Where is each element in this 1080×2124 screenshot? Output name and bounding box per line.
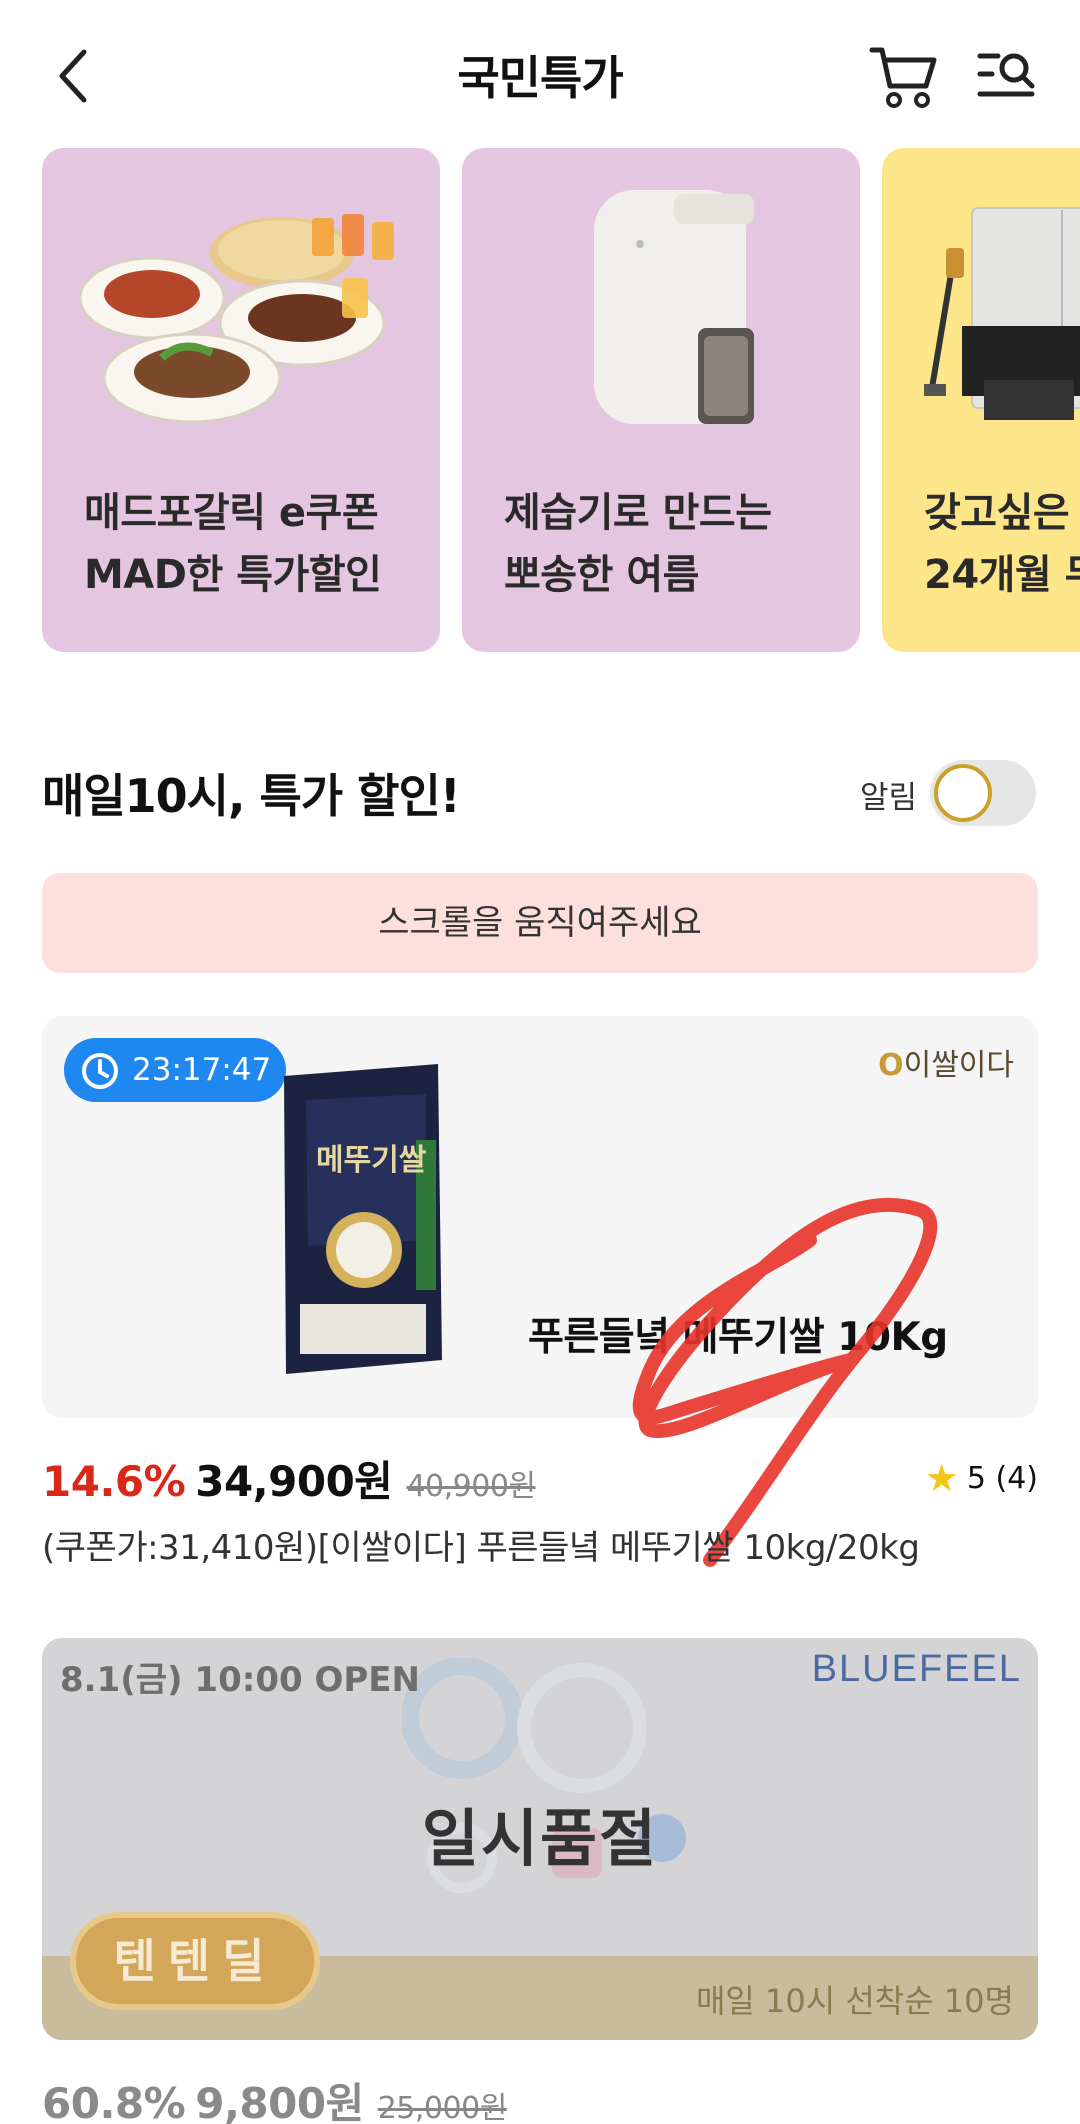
price-row: 14.6% 34,900원 40,900원	[42, 1448, 536, 1509]
tenten-deal-badge: 텐텐딜	[70, 1912, 320, 2010]
banner-line2: 24개월 무	[924, 552, 1080, 598]
price-row: 60.8% 9,800원 25,000원	[42, 2070, 507, 2124]
banner-line2: MAD한 특가할인	[84, 552, 382, 598]
open-time: 8.1(금) 10:00 OPEN	[60, 1660, 420, 1700]
svg-text:메뚜기쌀: 메뚜기쌀	[316, 1143, 427, 1178]
banner-line1: 갖고싶은	[924, 490, 1070, 536]
banner-carousel[interactable]: 매드포갈릭 e쿠폰 MAD한 특가할인 제습기로 만드는 뽀송한 여름 갖고싶은…	[0, 148, 1080, 652]
original-price: 40,900원	[406, 1469, 536, 1504]
product-image-title: 푸른들녘 메뚜기쌀 10Kg	[528, 1315, 948, 1360]
alarm-label: 알림	[860, 780, 918, 816]
banner-text: 갖고싶은 24개월 무	[924, 482, 1080, 606]
section-title: 매일10시, 특가 할인!	[42, 769, 461, 823]
product-card-rice[interactable]: 23:17:47 O이쌀이다 메뚜기쌀 푸른들녘 메뚜기쌀 10Kg	[42, 1016, 1038, 1418]
sale-price: 34,900원	[195, 1457, 393, 1506]
original-price: 25,000원	[377, 2091, 508, 2124]
timer-text: 23:17:47	[132, 1052, 272, 1088]
banner-madforgarlic[interactable]: 매드포갈릭 e쿠폰 MAD한 특가할인	[42, 148, 440, 652]
product-card-neckcooler[interactable]: 8.1(금) 10:00 OPEN BLUEFEEL 일시품절 텐텐딜 매일 1…	[42, 1638, 1038, 2040]
cart-icon[interactable]	[868, 40, 940, 112]
review-count: (4)	[995, 1461, 1039, 1496]
dehumidifier-image	[462, 148, 860, 448]
sold-out-label: 일시품절	[421, 1802, 659, 1875]
banner-appliances[interactable]: 갖고싶은 24개월 무	[882, 148, 1080, 652]
scroll-hint-banner: 스크롤을 움직여주세요	[42, 873, 1038, 973]
countdown-timer: 23:17:47	[64, 1038, 286, 1102]
clock-icon	[82, 1053, 118, 1089]
discount-rate: 60.8%	[42, 2079, 186, 2124]
header: 국민특가	[0, 0, 1080, 148]
product-description[interactable]: (쿠폰가:31,410원)[이쌀이다] 푸른들녘 메뚜기쌀 10kg/20kg	[42, 1520, 920, 1569]
banner-line2: 뽀송한 여름	[504, 552, 699, 598]
brand-logo: BLUEFEEL	[811, 1648, 1022, 1690]
sale-price: 9,800원	[195, 2079, 364, 2124]
brand-logo: O이쌀이다	[878, 1048, 1014, 1083]
brand-name: 이쌀이다	[903, 1048, 1014, 1083]
rating: ★ 5 (4)	[925, 1456, 1038, 1500]
food-plate-image	[42, 148, 440, 448]
alarm-toggle[interactable]	[930, 760, 1036, 826]
banner-dehumidifier[interactable]: 제습기로 만드는 뽀송한 여름	[462, 148, 860, 652]
menu-search-icon[interactable]	[976, 44, 1040, 108]
banner-text: 매드포갈릭 e쿠폰 MAD한 특가할인	[84, 482, 382, 606]
banner-text: 제습기로 만드는 뽀송한 여름	[504, 482, 772, 606]
star-icon: ★	[924, 1456, 959, 1500]
discount-rate: 14.6%	[42, 1457, 186, 1506]
rating-value: 5	[966, 1461, 986, 1496]
rice-bag-image: 메뚜기쌀	[276, 1060, 446, 1378]
promo-notice: 매일 10시 선착순 10명	[695, 1982, 1014, 2020]
appliances-image	[882, 148, 1080, 448]
banner-line1: 제습기로 만드는	[504, 490, 772, 536]
banner-line1: 매드포갈릭 e쿠폰	[84, 490, 379, 536]
toggle-knob	[934, 764, 992, 822]
